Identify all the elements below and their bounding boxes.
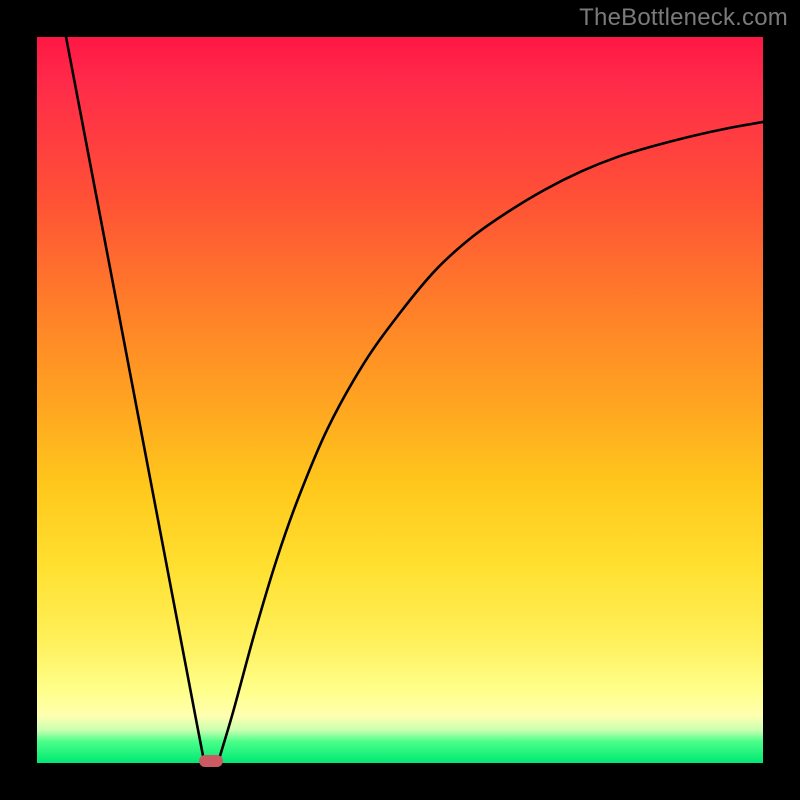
minimum-marker <box>199 755 223 767</box>
bottleneck-curve <box>37 37 763 763</box>
chart-frame: TheBottleneck.com <box>0 0 800 800</box>
watermark-text: TheBottleneck.com <box>579 4 788 32</box>
plot-area <box>37 37 763 763</box>
